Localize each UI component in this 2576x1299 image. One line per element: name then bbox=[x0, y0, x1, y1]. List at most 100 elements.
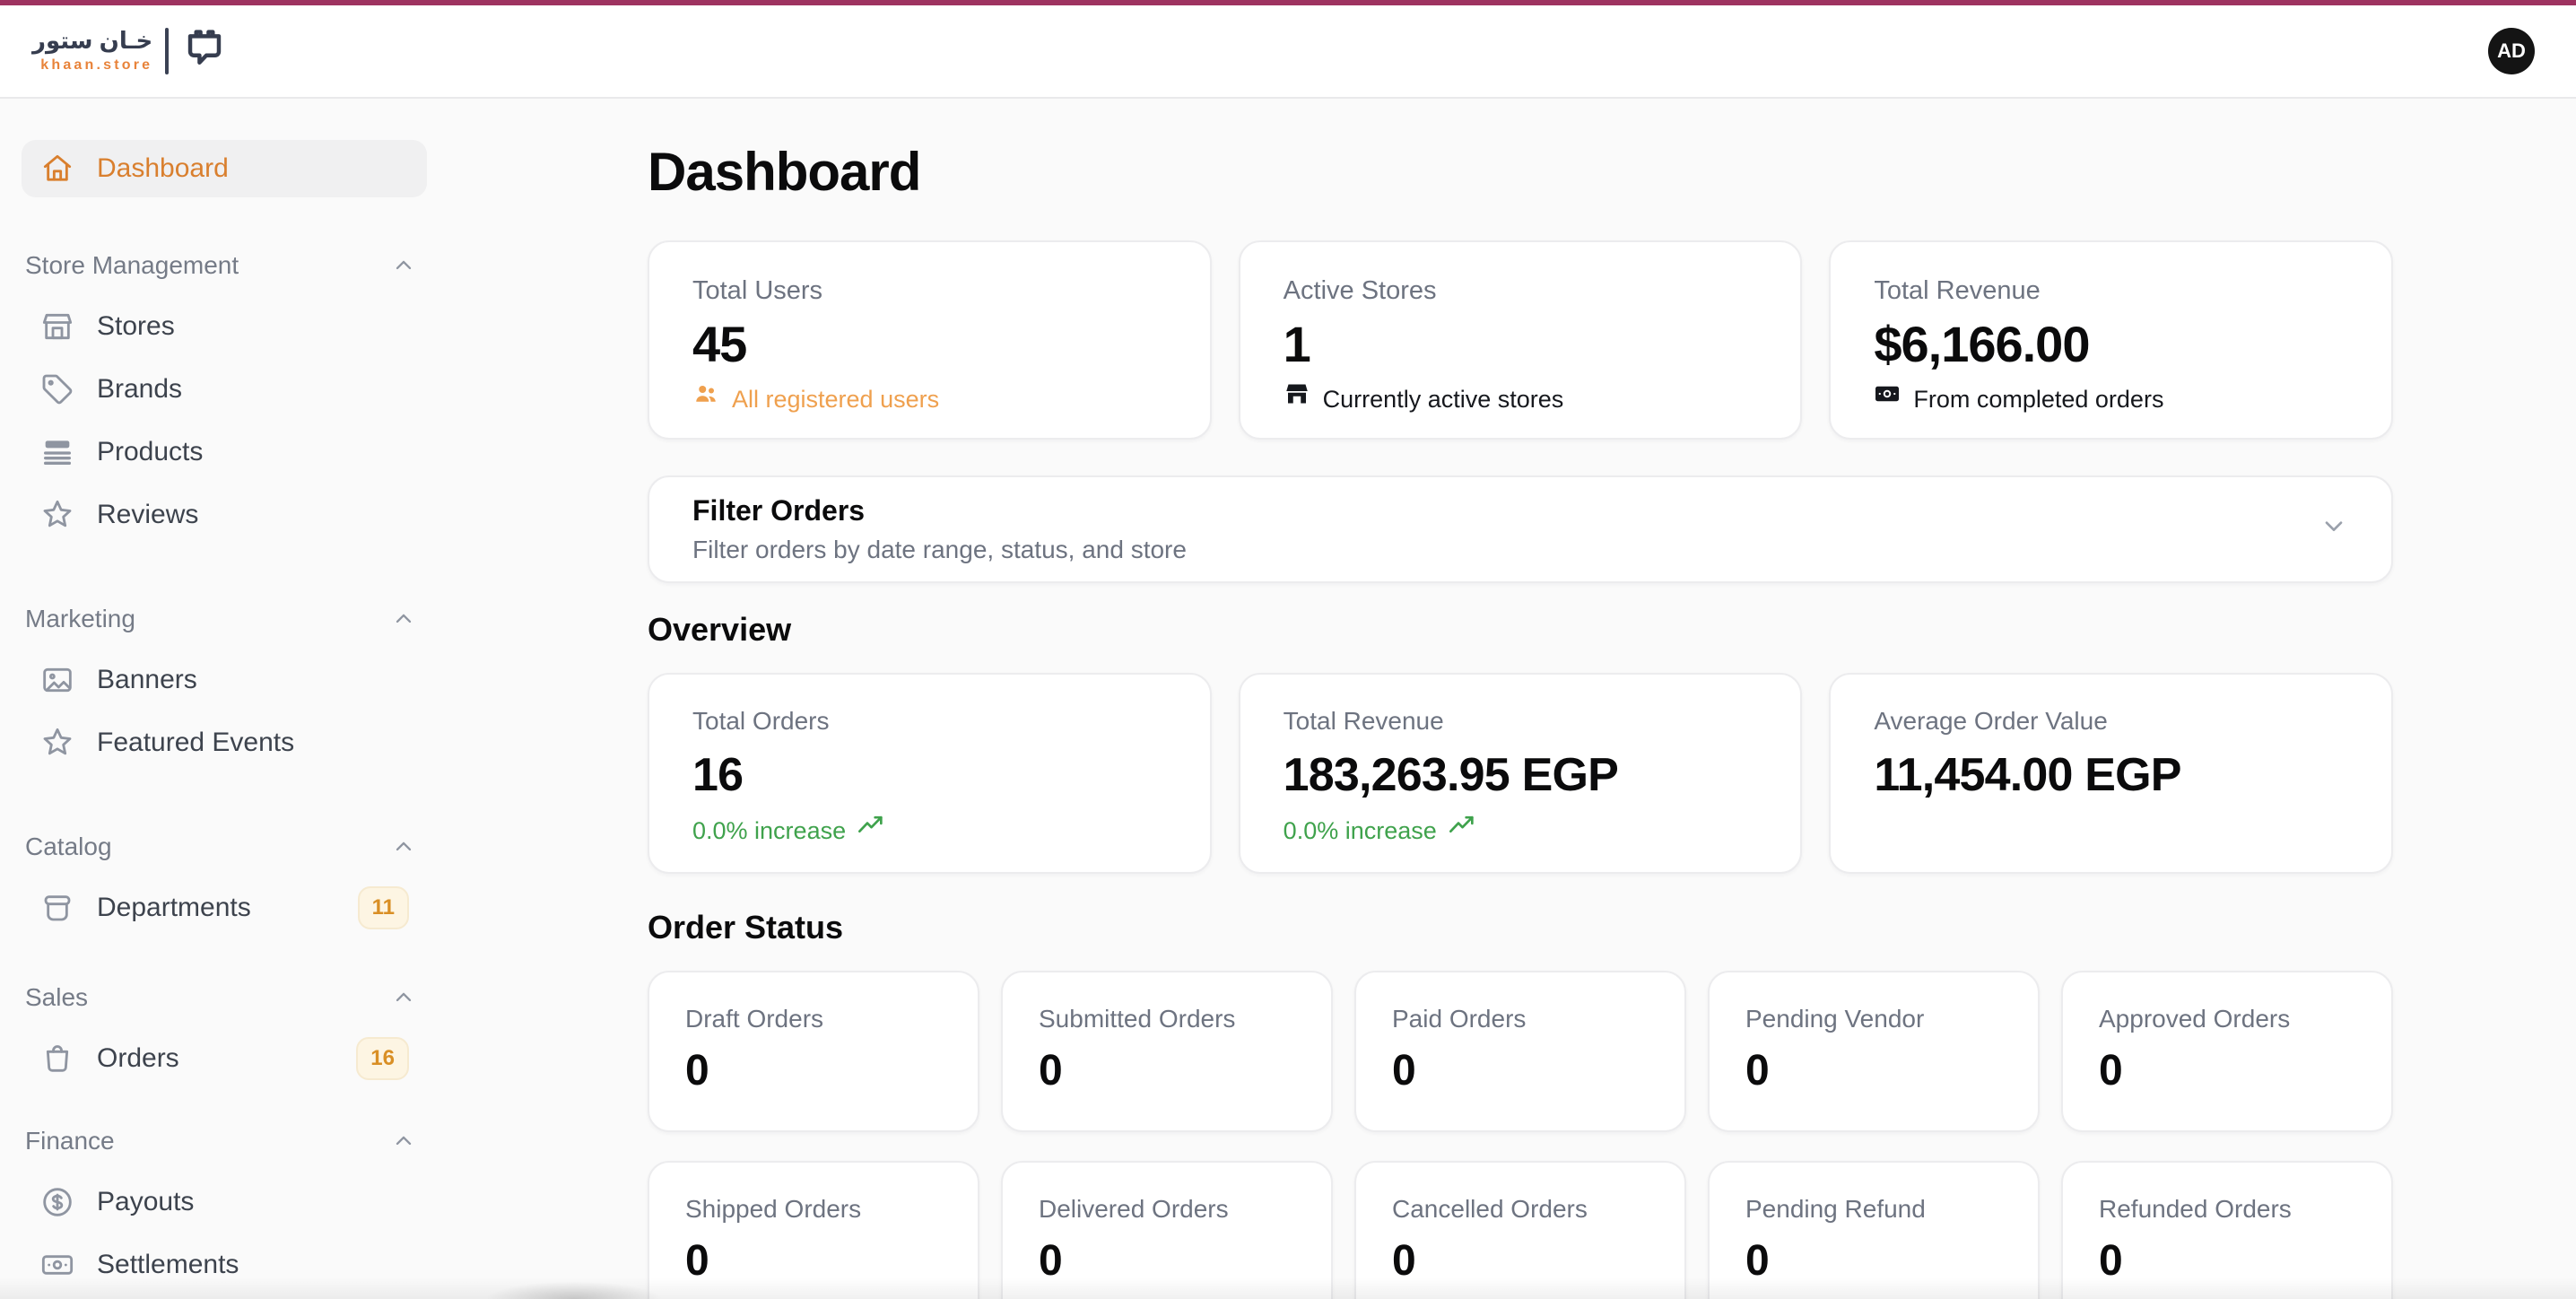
order-status-value: 0 bbox=[1039, 1044, 1295, 1098]
order-status-value: 0 bbox=[1745, 1044, 2002, 1098]
stat-note-text: From completed orders bbox=[1913, 381, 2163, 417]
stat-value: 1 bbox=[1284, 314, 1758, 375]
order-status-value: 0 bbox=[1745, 1234, 2002, 1288]
overview-row: Total Orders 16 0.0% increase Total Reve… bbox=[648, 673, 2393, 874]
star-icon bbox=[39, 497, 75, 533]
layout: Dashboard Store Management Stores bbox=[0, 99, 2576, 1299]
section-header-sales[interactable]: Sales bbox=[22, 980, 427, 1016]
sidebar-item-reviews[interactable]: Reviews bbox=[22, 486, 427, 544]
home-icon bbox=[39, 151, 75, 187]
section-header-marketing[interactable]: Marketing bbox=[22, 601, 427, 637]
order-status-value: 0 bbox=[1039, 1234, 1295, 1288]
overview-label: Total Orders bbox=[692, 703, 1167, 739]
sidebar-item-settlements[interactable]: Settlements bbox=[22, 1236, 427, 1294]
sidebar-section-finance: Finance Payouts bbox=[22, 1123, 427, 1294]
order-status-card-delivered: Delivered Orders 0 bbox=[1001, 1161, 1333, 1299]
overview-card-total-revenue: Total Revenue 183,263.95 EGP 0.0% increa… bbox=[1239, 673, 1803, 874]
top-header: خـان ستور khaan.store AD bbox=[0, 5, 2576, 99]
sidebar-item-brands[interactable]: Brands bbox=[22, 361, 427, 418]
users-icon bbox=[692, 380, 719, 417]
banknote-icon bbox=[39, 1247, 75, 1283]
order-status-card-submitted: Submitted Orders 0 bbox=[1001, 971, 1333, 1132]
order-status-label: Delivered Orders bbox=[1039, 1191, 1295, 1227]
sidebar-item-products[interactable]: Products bbox=[22, 423, 427, 481]
sidebar-item-label: Featured Events bbox=[97, 728, 294, 758]
overview-card-average-order-value: Average Order Value 11,454.00 EGP bbox=[1829, 673, 2393, 874]
sidebar-item-label: Products bbox=[97, 437, 203, 467]
section-header-catalog[interactable]: Catalog bbox=[22, 829, 427, 865]
banknote-icon bbox=[1874, 380, 1901, 417]
brand-arabic-name: خـان ستور bbox=[32, 28, 152, 53]
circle-dollar-icon bbox=[39, 1184, 75, 1220]
stat-card-active-stores: Active Stores 1 Currently active stores bbox=[1239, 240, 1803, 440]
order-status-label: Draft Orders bbox=[685, 1001, 942, 1037]
rows-icon bbox=[39, 434, 75, 470]
sidebar-item-label: Orders bbox=[97, 1043, 179, 1074]
order-status-card-refunded: Refunded Orders 0 bbox=[2061, 1161, 2393, 1299]
brand-logo-icon bbox=[181, 24, 228, 78]
order-status-value: 0 bbox=[1392, 1234, 1649, 1288]
stat-label: Active Stores bbox=[1284, 273, 1758, 309]
order-status-value: 0 bbox=[2099, 1044, 2355, 1098]
filter-subtitle: Filter orders by date range, status, and… bbox=[692, 532, 1187, 568]
order-status-value: 0 bbox=[685, 1044, 942, 1098]
storefront-icon bbox=[1284, 380, 1310, 417]
section-label: Store Management bbox=[25, 251, 239, 280]
page-title: Dashboard bbox=[648, 138, 2393, 206]
sidebar-item-label: Stores bbox=[97, 311, 175, 342]
sidebar-item-label: Settlements bbox=[97, 1250, 239, 1280]
stat-card-total-revenue: Total Revenue $6,166.00 From completed o… bbox=[1829, 240, 2393, 440]
order-status-value: 0 bbox=[685, 1234, 942, 1288]
sidebar-item-label: Departments bbox=[97, 893, 251, 923]
sidebar-item-orders[interactable]: Orders 16 bbox=[22, 1030, 427, 1087]
storefront-icon bbox=[39, 309, 75, 344]
stat-note-text: Currently active stores bbox=[1323, 381, 1564, 417]
order-status-card-pending-vendor: Pending Vendor 0 bbox=[1708, 971, 2040, 1132]
brand[interactable]: خـان ستور khaan.store bbox=[32, 24, 228, 78]
sidebar: Dashboard Store Management Stores bbox=[0, 99, 448, 1299]
sidebar-section-catalog: Catalog Departments 11 bbox=[22, 829, 427, 937]
sidebar-item-label: Reviews bbox=[97, 500, 198, 530]
section-label: Catalog bbox=[25, 833, 112, 861]
overview-heading: Overview bbox=[648, 608, 2393, 651]
order-status-card-pending-refund: Pending Refund 0 bbox=[1708, 1161, 2040, 1299]
order-status-heading: Order Status bbox=[648, 906, 2393, 949]
order-status-value: 0 bbox=[1392, 1044, 1649, 1098]
section-header-store-management[interactable]: Store Management bbox=[22, 248, 427, 283]
tag-icon bbox=[39, 371, 75, 407]
brand-domain: khaan.store bbox=[32, 57, 152, 74]
main-content: Dashboard Total Users 45 All registered … bbox=[448, 99, 2576, 1299]
sidebar-item-stores[interactable]: Stores bbox=[22, 298, 427, 355]
shopping-bag-icon bbox=[39, 1041, 75, 1077]
trending-up-icon bbox=[857, 811, 885, 850]
brand-text: خـان ستور khaan.store bbox=[32, 28, 152, 74]
sidebar-item-payouts[interactable]: Payouts bbox=[22, 1173, 427, 1231]
sidebar-item-featured-events[interactable]: Featured Events bbox=[22, 714, 427, 772]
sidebar-item-label: Dashboard bbox=[97, 153, 229, 184]
order-status-label: Paid Orders bbox=[1392, 1001, 1649, 1037]
order-status-card-shipped: Shipped Orders 0 bbox=[648, 1161, 979, 1299]
sidebar-section-store-management: Store Management Stores bbox=[22, 248, 427, 544]
filter-orders-panel[interactable]: Filter Orders Filter orders by date rang… bbox=[648, 475, 2393, 583]
sidebar-item-banners[interactable]: Banners bbox=[22, 651, 427, 709]
brand-divider bbox=[165, 28, 169, 74]
overview-value: 183,263.95 EGP bbox=[1284, 746, 1758, 804]
order-status-grid: Draft Orders 0 Submitted Orders 0 Paid O… bbox=[648, 971, 2393, 1299]
sidebar-item-departments[interactable]: Departments 11 bbox=[22, 879, 427, 937]
stat-card-total-users: Total Users 45 All registered users bbox=[648, 240, 1212, 440]
order-status-card-approved: Approved Orders 0 bbox=[2061, 971, 2393, 1132]
order-status-label: Submitted Orders bbox=[1039, 1001, 1295, 1037]
chevron-up-icon bbox=[391, 985, 416, 1010]
overview-change-text: 0.0% increase bbox=[1284, 813, 1437, 849]
stat-value: $6,166.00 bbox=[1874, 314, 2348, 375]
section-header-finance[interactable]: Finance bbox=[22, 1123, 427, 1159]
overview-change-text: 0.0% increase bbox=[692, 813, 846, 849]
order-status-card-cancelled: Cancelled Orders 0 bbox=[1354, 1161, 1686, 1299]
chevron-down-icon bbox=[2319, 511, 2348, 547]
order-status-label: Shipped Orders bbox=[685, 1191, 942, 1227]
trending-up-icon bbox=[1448, 811, 1476, 850]
count-badge: 16 bbox=[356, 1037, 409, 1080]
user-avatar[interactable]: AD bbox=[2488, 28, 2535, 74]
sidebar-item-label: Banners bbox=[97, 665, 197, 695]
sidebar-item-dashboard[interactable]: Dashboard bbox=[22, 140, 427, 197]
